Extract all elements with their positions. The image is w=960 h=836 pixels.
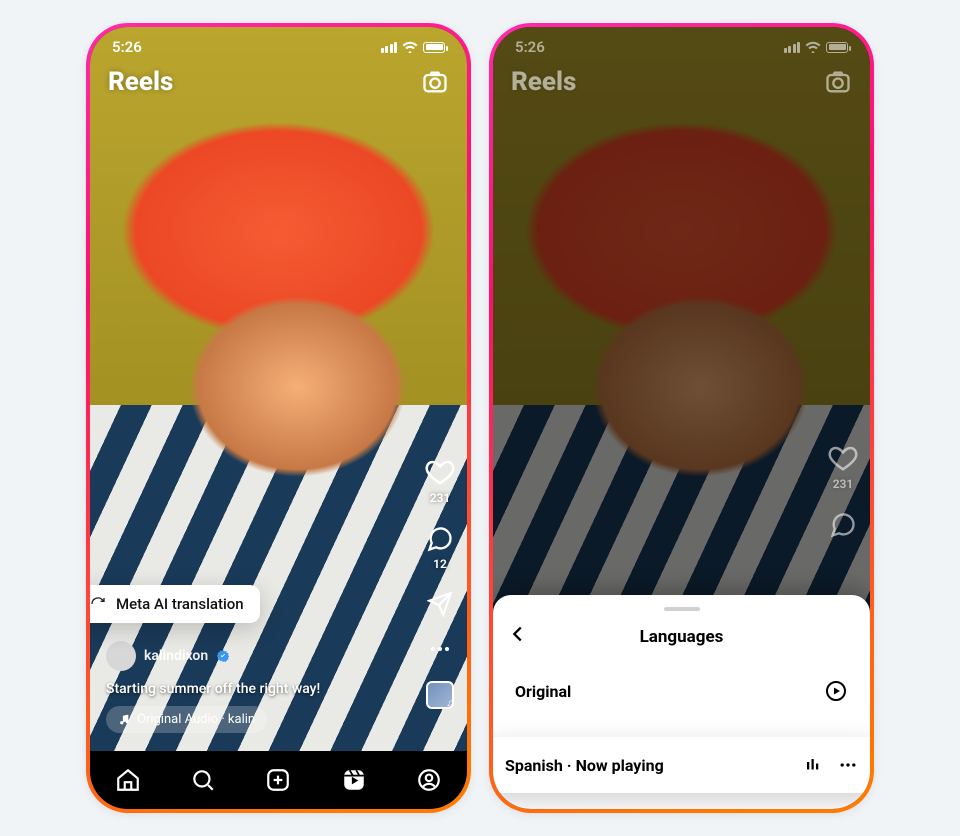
reels-title: Reels [511,67,576,97]
nav-home[interactable] [115,767,141,793]
search-icon [190,767,216,793]
screen-left: 5:26 Reels 231 12 [90,27,467,809]
cell-signal-icon [381,42,398,53]
more-button[interactable] [428,637,452,661]
share-button[interactable] [427,591,453,617]
translation-chip[interactable]: Meta AI translation [90,585,260,623]
create-icon [265,767,291,793]
audio-pill[interactable]: Original Audio · kalin [106,706,267,733]
home-icon [115,767,141,793]
language-label: Spanish · Now playing [505,756,664,775]
phone-frame-right: 5:26 Reels 231 [489,23,874,813]
profile-icon [416,767,442,793]
music-note-icon [118,713,131,726]
nav-profile[interactable] [416,767,442,793]
camera-icon[interactable] [421,68,449,96]
cell-signal-icon [784,42,801,53]
like-count: 231 [833,477,854,491]
sheet-grabber[interactable] [664,607,700,611]
comment-icon [426,525,454,553]
status-bar: 5:26 [493,33,870,61]
translation-chip-label: Meta AI translation [116,595,244,613]
reels-icon [341,767,367,793]
language-option-spanish[interactable]: Spanish · Now playing [493,737,870,793]
wifi-icon [805,41,821,53]
heart-icon [828,443,858,473]
share-icon [427,591,453,617]
battery-icon [423,42,445,53]
comment-count: 12 [433,557,447,571]
comment-icon [829,511,857,539]
sheet-header: Languages [493,621,870,665]
language-label: Original [515,682,571,701]
comment-button[interactable]: 12 [426,525,454,571]
comment-button [829,511,857,539]
nav-search[interactable] [190,767,216,793]
audio-label: Original Audio · kalin [137,712,255,727]
more-icon [428,637,452,661]
like-count: 231 [430,491,451,505]
reels-header: Reels [493,67,870,97]
like-button: 231 [828,443,858,491]
action-rail: 231 [828,443,858,539]
chevron-left-icon [507,623,529,645]
refresh-icon [90,596,106,612]
reels-title: Reels [108,67,173,97]
battery-icon [826,42,848,53]
play-circle-icon [824,679,848,703]
audio-thumbnail[interactable] [426,681,454,709]
language-option-original[interactable]: Original [493,665,870,717]
sheet-title: Languages [640,627,724,647]
screen-right: 5:26 Reels 231 [493,27,870,809]
nav-create[interactable] [265,767,291,793]
status-time: 5:26 [515,38,545,56]
back-button[interactable] [507,623,529,650]
username: kalindixon [144,648,208,664]
status-bar: 5:26 [90,33,467,61]
phone-frame-left: 5:26 Reels 231 12 [86,23,471,813]
more-icon[interactable] [838,755,858,775]
status-icons [784,41,849,53]
nav-reels[interactable] [341,767,367,793]
camera-icon [824,68,852,96]
wifi-icon [402,41,418,53]
caption: Starting summer off the right way! [106,681,320,697]
status-icons [381,41,446,53]
avatar [106,641,136,671]
now-playing-icon [804,756,822,774]
action-rail: 231 12 [425,457,455,709]
like-button[interactable]: 231 [425,457,455,505]
bottom-nav [90,751,467,809]
reels-header: Reels [90,67,467,97]
verified-badge-icon [216,649,230,663]
status-time: 5:26 [112,38,142,56]
author-row[interactable]: kalindixon [106,641,230,671]
heart-icon [425,457,455,487]
